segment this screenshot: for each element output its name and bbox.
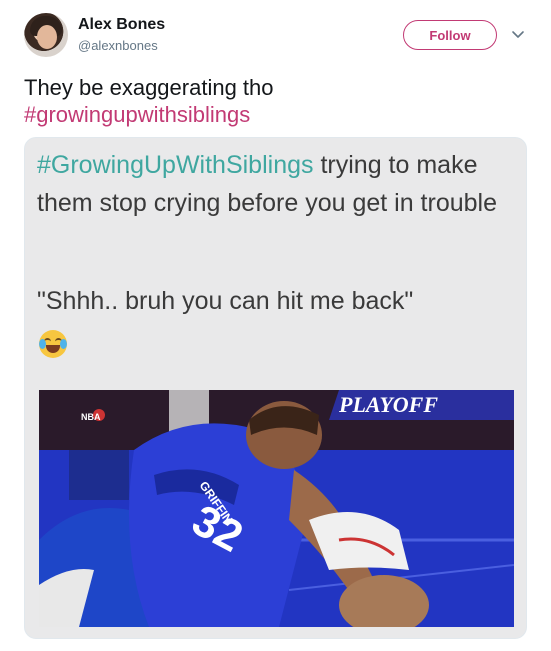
meme-hashtag: #GrowingUpWithSiblings	[37, 151, 314, 179]
tweet-header: Alex Bones @alexnbones Follow	[0, 0, 551, 70]
meme-caption: #GrowingUpWithSiblings trying to make th…	[37, 146, 517, 222]
meme-quote: "Shhh.. bruh you can hit me back"	[37, 287, 414, 315]
follow-button[interactable]: Follow	[403, 20, 497, 50]
display-name[interactable]: Alex Bones	[78, 16, 165, 34]
tweet-text: They be exaggerating tho #growingupwiths…	[24, 74, 524, 128]
chevron-down-icon[interactable]	[510, 26, 526, 42]
emoji-mouth	[46, 345, 60, 353]
basketball-photo: PLAYOFF NBA 32 GRIFFIN	[39, 390, 514, 627]
tweet-hashtag-link[interactable]: #growingupwithsiblings	[24, 101, 524, 128]
nba-logo-text: NBA	[81, 412, 101, 422]
avatar-face	[37, 25, 57, 49]
user-handle[interactable]: @alexnbones	[78, 38, 158, 53]
tweet-body: They be exaggerating tho	[24, 75, 274, 100]
playoff-banner-text: PLAYOFF	[338, 392, 438, 417]
emoji-tear-left	[39, 339, 46, 349]
tweet-media-image[interactable]: #GrowingUpWithSiblings trying to make th…	[24, 137, 527, 639]
basketball-scene: PLAYOFF NBA 32 GRIFFIN	[39, 390, 514, 627]
avatar[interactable]	[24, 13, 68, 57]
emoji-tear-right	[60, 339, 67, 349]
face-with-tears-of-joy-icon	[39, 330, 67, 358]
